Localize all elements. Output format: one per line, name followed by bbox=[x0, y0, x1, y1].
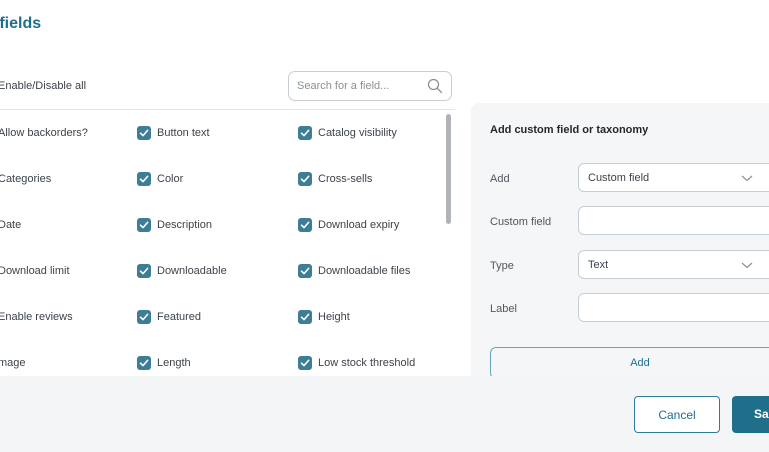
enable-disable-all-label[interactable]: Enable/Disable all bbox=[0, 80, 86, 92]
field-search-input[interactable]: Search for a field... bbox=[288, 71, 452, 101]
search-placeholder: Search for a field... bbox=[297, 80, 390, 92]
checkbox-checked-icon[interactable] bbox=[137, 264, 151, 278]
label-label: Label bbox=[490, 303, 517, 315]
field-option[interactable]: Download limit bbox=[0, 248, 70, 294]
field-row: Date Description Download expiry bbox=[0, 202, 445, 248]
field-option[interactable]: Length bbox=[137, 340, 191, 376]
field-option[interactable]: Catalog visibility bbox=[298, 110, 397, 156]
field-row: Allow backorders? Button text Catalog visi… bbox=[0, 110, 445, 156]
checkbox-checked-icon[interactable] bbox=[298, 310, 312, 324]
field-option-label: Download expiry bbox=[318, 219, 400, 231]
field-option[interactable]: Allow backorders? bbox=[0, 110, 88, 156]
field-option-label: Catalog visibility bbox=[318, 127, 397, 139]
custom-field-panel: Add custom field or taxonomy Add Custom … bbox=[471, 103, 769, 383]
field-option-label: Featured bbox=[157, 311, 202, 323]
field-option[interactable]: Download expiry bbox=[298, 202, 399, 248]
cancel-button[interactable]: Cancel bbox=[634, 396, 720, 433]
field-option[interactable]: Enable reviews bbox=[0, 294, 73, 340]
add-type-select[interactable]: Custom field bbox=[578, 163, 769, 192]
checkbox-checked-icon[interactable] bbox=[298, 356, 312, 370]
field-grid: Allow backorders? Button text Catalog visi… bbox=[0, 110, 445, 376]
chevron-down-icon bbox=[741, 175, 753, 182]
field-option[interactable]: Color bbox=[137, 156, 183, 202]
custom-field-input[interactable] bbox=[578, 206, 769, 235]
field-option-label: Height bbox=[318, 311, 350, 323]
field-option-label: mage bbox=[0, 357, 26, 369]
field-option-label: Downloadable bbox=[157, 265, 227, 277]
field-option[interactable]: Button text bbox=[137, 110, 210, 156]
list-scrollbar[interactable] bbox=[446, 114, 451, 224]
add-type-value: Custom field bbox=[588, 172, 650, 184]
save-button[interactable]: Sa bbox=[732, 396, 769, 433]
label-input[interactable] bbox=[578, 293, 769, 322]
field-option-label: Enable reviews bbox=[0, 311, 73, 323]
field-option[interactable]: Downloadable files bbox=[298, 248, 410, 294]
field-option[interactable]: Description bbox=[137, 202, 212, 248]
search-icon[interactable] bbox=[427, 78, 443, 94]
checkbox-checked-icon[interactable] bbox=[137, 126, 151, 140]
field-option[interactable]: Featured bbox=[137, 294, 201, 340]
field-option[interactable]: Downloadable bbox=[137, 248, 227, 294]
field-option-label: Color bbox=[157, 173, 184, 185]
chevron-down-icon bbox=[741, 262, 753, 269]
type-value: Text bbox=[588, 259, 609, 271]
custom-field-label: Custom field bbox=[490, 216, 552, 228]
field-row: Categories Color Cross-sells bbox=[0, 156, 445, 202]
field-option[interactable]: Categories bbox=[0, 156, 51, 202]
field-option-label: Description bbox=[157, 219, 213, 231]
field-option-label: Categories bbox=[0, 173, 52, 185]
field-option-label: Length bbox=[157, 357, 191, 369]
checkbox-checked-icon[interactable] bbox=[137, 218, 151, 232]
field-option[interactable]: Date bbox=[0, 202, 21, 248]
add-custom-field-button[interactable]: Add bbox=[490, 347, 769, 379]
checkbox-checked-icon[interactable] bbox=[298, 264, 312, 278]
field-row: mage Length Low stock threshold bbox=[0, 340, 445, 376]
panel-title: Add custom field or taxonomy bbox=[490, 124, 649, 136]
add-label: Add bbox=[490, 173, 510, 185]
checkbox-checked-icon[interactable] bbox=[137, 172, 151, 186]
field-option[interactable]: mage bbox=[0, 340, 26, 376]
field-option-label: Button text bbox=[157, 127, 210, 139]
dialog-title: e fields bbox=[0, 15, 42, 32]
checkbox-checked-icon[interactable] bbox=[137, 310, 151, 324]
type-label: Type bbox=[490, 260, 514, 272]
checkbox-checked-icon[interactable] bbox=[298, 172, 312, 186]
field-option[interactable]: Height bbox=[298, 294, 350, 340]
field-option-label: Download limit bbox=[0, 265, 70, 277]
field-option-label: Allow backorders? bbox=[0, 127, 88, 139]
checkbox-checked-icon[interactable] bbox=[298, 218, 312, 232]
checkbox-checked-icon[interactable] bbox=[298, 126, 312, 140]
field-option-label: Cross-sells bbox=[318, 173, 373, 185]
field-option-label: Date bbox=[0, 219, 22, 231]
field-option[interactable]: Low stock threshold bbox=[298, 340, 415, 376]
field-row: Enable reviews Featured Height bbox=[0, 294, 445, 340]
checkbox-checked-icon[interactable] bbox=[137, 356, 151, 370]
field-option[interactable]: Cross-sells bbox=[298, 156, 372, 202]
field-row: Download limit Downloadable Downloadable f… bbox=[0, 248, 445, 294]
field-option-label: Downloadable files bbox=[318, 265, 411, 277]
type-select[interactable]: Text bbox=[578, 250, 769, 279]
field-option-label: Low stock threshold bbox=[318, 357, 416, 369]
